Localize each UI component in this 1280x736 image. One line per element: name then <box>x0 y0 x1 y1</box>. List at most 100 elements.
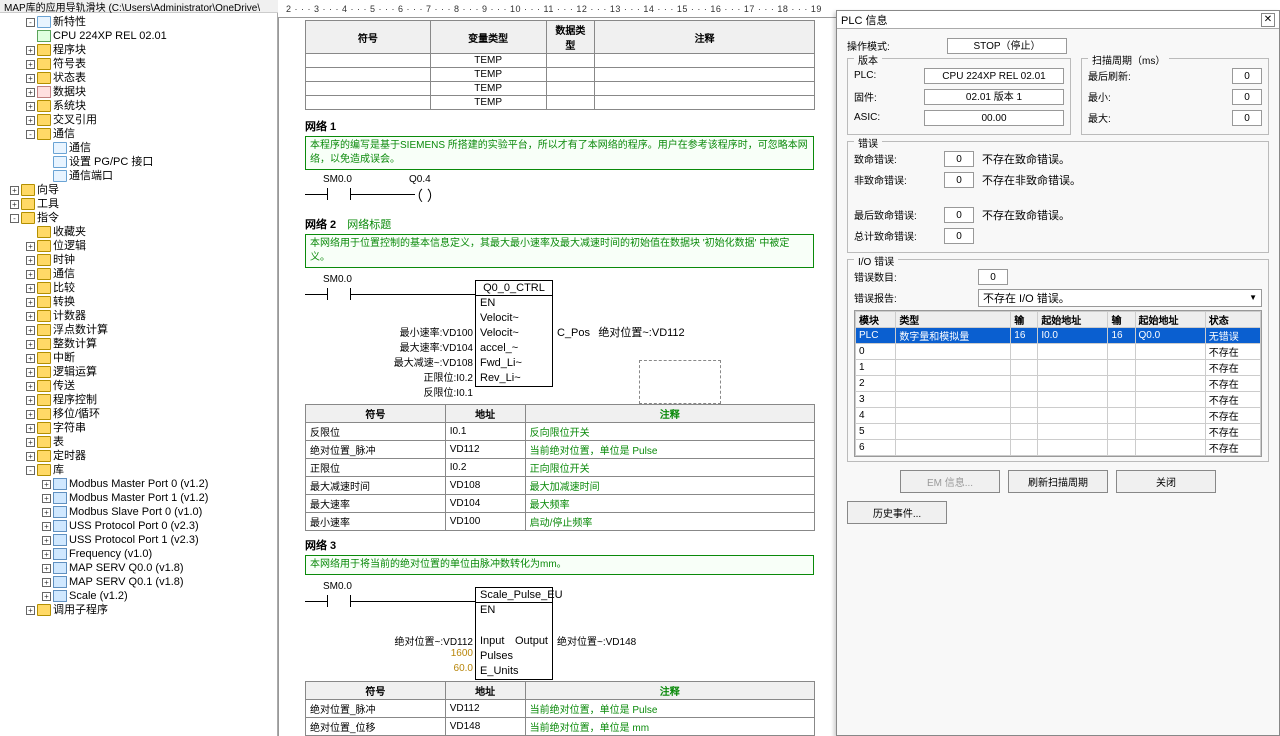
tree-item[interactable]: +MAP SERV Q0.1 (v1.8) <box>0 575 277 589</box>
tree-item[interactable]: +USS Protocol Port 1 (v2.3) <box>0 533 277 547</box>
tree-item[interactable]: -库 <box>0 463 277 477</box>
tree-item[interactable]: +程序块 <box>0 43 277 57</box>
tree-item[interactable]: +计数器 <box>0 309 277 323</box>
tree-item-label: MAP SERV Q0.0 (v1.8) <box>69 561 184 575</box>
wire <box>305 294 327 295</box>
table-row[interactable]: TEMP <box>306 96 815 110</box>
tree-item[interactable]: -通信 <box>0 127 277 141</box>
temp-variable-table: 符号 变量类型 数据类型 注释 TEMPTEMPTEMPTEMP <box>305 20 815 110</box>
network-1-title: 网络 1 <box>305 118 838 134</box>
refresh-scan-button[interactable]: 刷新扫描周期 <box>1008 470 1108 493</box>
tree-item-label: 系统块 <box>53 99 86 113</box>
folder-icon <box>37 128 51 140</box>
col-symbol: 符号 <box>306 682 446 700</box>
tree-item[interactable]: +Scale (v1.2) <box>0 589 277 603</box>
tree-item[interactable]: -指令 <box>0 211 277 225</box>
col-address: 地址 <box>445 405 525 423</box>
tree-item[interactable]: +数据块 <box>0 85 277 99</box>
tree-item-label: 通信端口 <box>69 169 113 183</box>
tree-item[interactable]: +移位/循环 <box>0 407 277 421</box>
tree-item[interactable]: +逻辑运算 <box>0 365 277 379</box>
tree-item-label: Frequency (v1.0) <box>69 547 152 561</box>
network-3-symbol-table: 符号 地址 注释 绝对位置_脉冲VD112当前绝对位置，单位是 Pulse绝对位… <box>305 681 815 736</box>
input-pin-label: 正限位:I0.2 <box>424 369 473 384</box>
tree-item[interactable]: +交叉引用 <box>0 113 277 127</box>
tree-item[interactable]: +表 <box>0 435 277 449</box>
tree-item[interactable]: +向导 <box>0 183 277 197</box>
tree-item[interactable]: +状态表 <box>0 71 277 85</box>
tree-item-label: 字符串 <box>53 421 86 435</box>
tree-item[interactable]: +比较 <box>0 281 277 295</box>
folder-icon <box>37 268 51 280</box>
network-2-ladder: SM0.0 Q0_0_CTRL EN Velocit~Velocit~accel… <box>305 274 838 404</box>
tree-item[interactable]: +传送 <box>0 379 277 393</box>
tree-item[interactable]: 设置 PG/PC 接口 <box>0 155 277 169</box>
module-grid[interactable]: 模块类型输起始地址输起始地址状态 PLC数字量和模拟量16I0.016Q0.0无… <box>854 310 1262 457</box>
const-1600: 1600 <box>451 648 473 659</box>
tree-item[interactable]: +通信 <box>0 267 277 281</box>
close-button[interactable]: 关闭 <box>1116 470 1216 493</box>
em-info-button[interactable]: EM 信息... <box>900 470 1000 493</box>
history-button[interactable]: 历史事件... <box>847 501 947 524</box>
tree-item[interactable]: +整数计算 <box>0 337 277 351</box>
grid-row[interactable]: 6不存在 <box>856 440 1261 456</box>
tree-item[interactable]: +Modbus Master Port 0 (v1.2) <box>0 477 277 491</box>
tree-item[interactable]: -新特性 <box>0 15 277 29</box>
tree-item[interactable]: +USS Protocol Port 0 (v2.3) <box>0 519 277 533</box>
tree-item-label: 数据块 <box>53 85 86 99</box>
grid-row[interactable]: 5不存在 <box>856 424 1261 440</box>
close-icon[interactable]: ✕ <box>1261 13 1275 27</box>
table-row[interactable]: TEMP <box>306 68 815 82</box>
tree-item[interactable]: +Modbus Master Port 1 (v1.2) <box>0 491 277 505</box>
tree-item[interactable]: CPU 224XP REL 02.01 <box>0 29 277 43</box>
tree-item[interactable]: 收藏夹 <box>0 225 277 239</box>
tree-item-label: 指令 <box>37 211 59 225</box>
table-row: 最大减速时间VD108最大加减速时间 <box>306 477 815 495</box>
error-section-label: 错误 <box>854 135 882 150</box>
tree-item[interactable]: +Modbus Slave Port 0 (v1.0) <box>0 505 277 519</box>
col-comment: 注释 <box>595 21 815 54</box>
grid-row[interactable]: 3不存在 <box>856 392 1261 408</box>
fbox-en-pin: EN <box>480 604 495 617</box>
col-vartype: 变量类型 <box>430 21 546 54</box>
lib-icon <box>53 506 67 518</box>
tree-item[interactable]: +符号表 <box>0 57 277 71</box>
tree-item[interactable]: +Frequency (v1.0) <box>0 547 277 561</box>
grid-row[interactable]: 4不存在 <box>856 408 1261 424</box>
tree-item[interactable]: 通信端口 <box>0 169 277 183</box>
grid-row[interactable]: 1不存在 <box>856 360 1261 376</box>
tree-item[interactable]: +位逻辑 <box>0 239 277 253</box>
tree-item[interactable]: +MAP SERV Q0.0 (v1.8) <box>0 561 277 575</box>
tree-item[interactable]: +中断 <box>0 351 277 365</box>
tree-item[interactable]: +浮点数计算 <box>0 323 277 337</box>
tree-item[interactable]: +字符串 <box>0 421 277 435</box>
tree-item-label: 比较 <box>53 281 75 295</box>
version-section: 版本 PLC:CPU 224XP REL 02.01 固件:02.01 版本 1… <box>847 58 1071 135</box>
folder-icon <box>37 366 51 378</box>
grid-row[interactable]: 2不存在 <box>856 376 1261 392</box>
tree-item[interactable]: +调用子程序 <box>0 603 277 617</box>
tree-item[interactable]: +转换 <box>0 295 277 309</box>
tree-item[interactable]: +时钟 <box>0 253 277 267</box>
grid-row[interactable]: PLC数字量和模拟量16I0.016Q0.0无错误 <box>856 328 1261 344</box>
tree-item[interactable]: 通信 <box>0 141 277 155</box>
tree-item[interactable]: +定时器 <box>0 449 277 463</box>
table-row[interactable]: TEMP <box>306 82 815 96</box>
table-row[interactable]: TEMP <box>306 54 815 68</box>
folder-icon <box>37 226 51 238</box>
grid-row[interactable]: 0不存在 <box>856 344 1261 360</box>
tree-item[interactable]: +程序控制 <box>0 393 277 407</box>
const-60: 60.0 <box>454 663 473 674</box>
col-symbol: 符号 <box>306 21 431 54</box>
io-report-dropdown[interactable]: 不存在 I/O 错误。▼ <box>978 289 1262 307</box>
document-title: MAP库的应用导轨滑块 (C:\Users\Administrator\OneD… <box>4 0 260 14</box>
network-2-link[interactable]: 网络标题 <box>347 219 391 231</box>
tree-item[interactable]: +工具 <box>0 197 277 211</box>
project-tree-sidebar[interactable]: -新特性CPU 224XP REL 02.01+程序块+符号表+状态表+数据块+… <box>0 13 278 736</box>
tree-item[interactable]: +系统块 <box>0 99 277 113</box>
network-3-title: 网络 3 <box>305 537 838 553</box>
contact-icon <box>327 595 351 607</box>
plc-info-panel: PLC 信息 ✕ 操作模式: STOP（停止） 版本 PLC:CPU 224XP… <box>836 10 1280 736</box>
scan-section-label: 扫描周期（ms） <box>1088 52 1169 67</box>
ladder-editor[interactable]: 符号 变量类型 数据类型 注释 TEMPTEMPTEMPTEMP 网络 1 本程… <box>278 18 840 736</box>
